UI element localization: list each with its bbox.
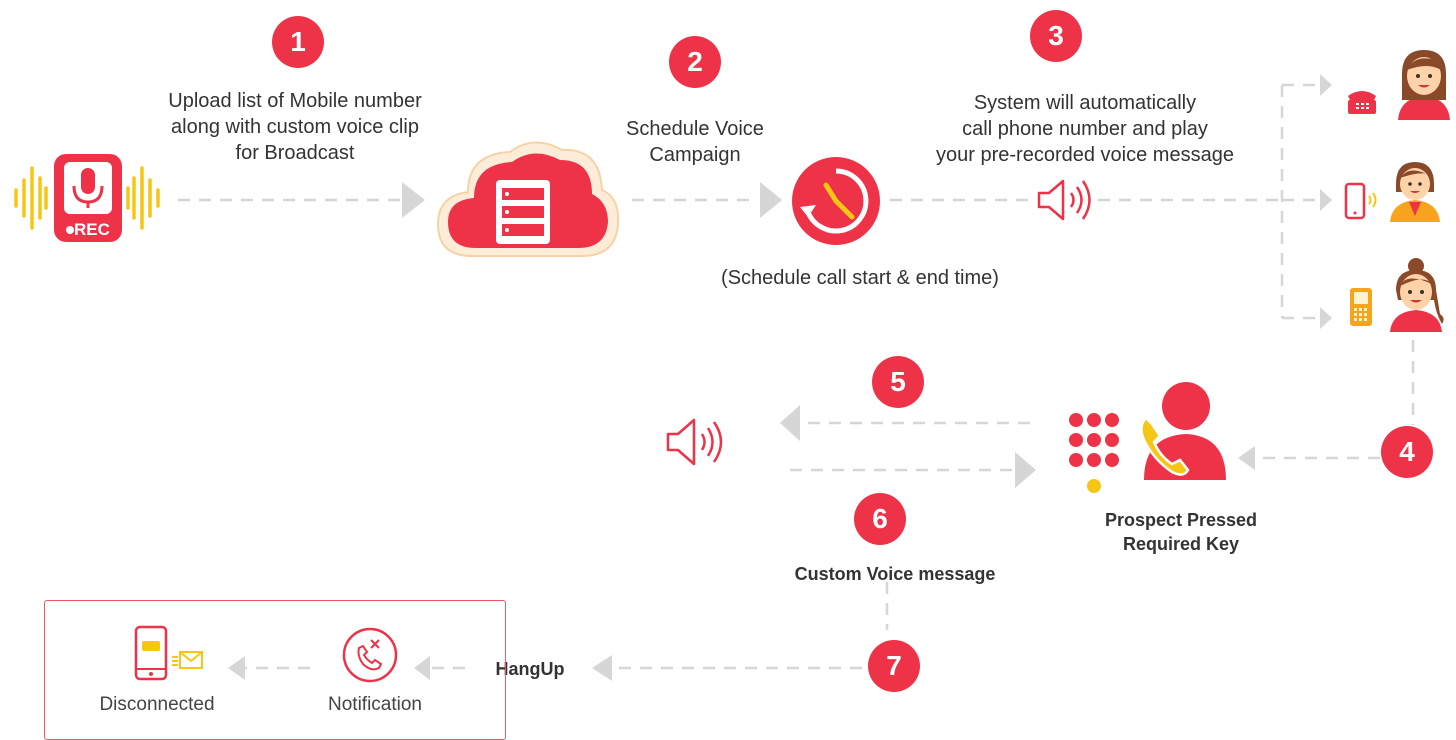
step-3-badge: 3 xyxy=(1030,10,1082,62)
step-6-badge: 6 xyxy=(854,493,906,545)
step-3-line-3: your pre-recorded voice message xyxy=(936,144,1234,166)
step-1-text: Upload list of Mobile number along with … xyxy=(120,88,470,166)
step-3-text: System will automatically call phone num… xyxy=(905,90,1265,168)
outcome-frame xyxy=(44,600,506,740)
step-4-badge: 4 xyxy=(1381,426,1433,478)
step-7-badge: 7 xyxy=(868,640,920,692)
woman-avatar-1-icon xyxy=(1398,50,1450,120)
step-1-badge: 1 xyxy=(272,16,324,68)
call-end-icon xyxy=(342,627,398,683)
mobile-ringing-icon xyxy=(1344,182,1377,220)
speaker-icon xyxy=(1037,179,1091,221)
cloud-server-icon xyxy=(436,141,620,257)
rec-label: REC xyxy=(74,220,110,239)
step-2-line-1: Schedule Voice xyxy=(626,118,764,140)
keypad-caller-icon xyxy=(1069,382,1226,493)
step-3-line-2: call phone number and play xyxy=(962,118,1208,140)
prospect-line-1: Prospect Pressed xyxy=(1104,510,1258,530)
woman-avatar-3-icon xyxy=(1390,258,1444,332)
playback-speaker-icon xyxy=(666,418,723,466)
woman-avatar-2-icon xyxy=(1390,162,1440,222)
disconnected-label: Disconnected xyxy=(99,694,215,715)
step-2-badge: 2 xyxy=(669,36,721,88)
step-1-line-1: Upload list of Mobile number xyxy=(168,90,422,112)
step-2-line-2: Campaign xyxy=(649,144,741,166)
prospect-line-2: Required Key xyxy=(1122,534,1240,554)
prospect-label: Prospect Pressed Required Key xyxy=(1070,508,1292,556)
step-3-line-1: System will automatically xyxy=(973,92,1197,114)
mobile-message-icon xyxy=(134,625,203,681)
feature-phone-icon xyxy=(1350,288,1372,326)
notification-label: Notification xyxy=(328,694,422,715)
schedule-note: (Schedule call start & end time) xyxy=(721,267,999,289)
step-5-badge: 5 xyxy=(872,356,924,408)
step-2-text: Schedule Voice Campaign xyxy=(595,116,795,168)
schedule-clock-icon xyxy=(792,157,880,245)
step-6-text: Custom Voice message xyxy=(794,564,996,584)
step-1-line-2: along with custom voice clip xyxy=(171,116,419,138)
landline-phone-icon xyxy=(1348,91,1376,114)
step-1-line-3: for Broadcast xyxy=(235,142,355,164)
